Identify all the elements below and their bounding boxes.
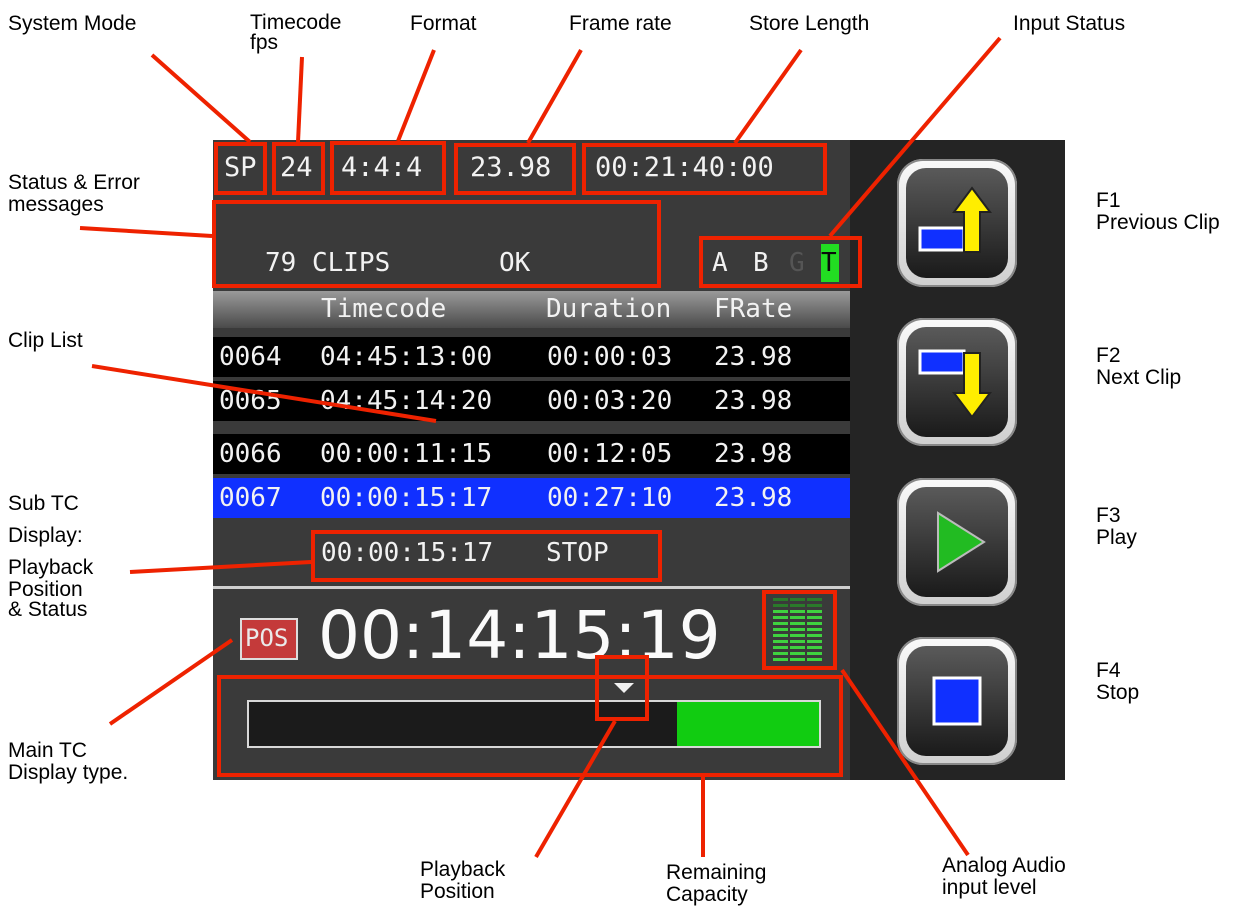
clip-list-header: Timecode Duration FRate (213, 291, 850, 328)
label-f3: F3 Play (1096, 505, 1137, 549)
clip-duration: 00:27:10 (547, 483, 673, 513)
label-remaining-capacity-line1: Remaining (666, 861, 767, 884)
f3-play-button[interactable] (897, 478, 1017, 606)
label-f2-name: Next Clip (1096, 366, 1182, 389)
clip-id: 0066 (219, 439, 282, 469)
label-analog-audio-line1: Analog Audio (942, 854, 1066, 877)
f1-previous-clip-button[interactable] (897, 159, 1017, 287)
clip-timecode: 04:45:13:00 (320, 342, 493, 372)
highlight-timecode-fps (272, 142, 325, 195)
leader-timecode-fps (296, 56, 304, 143)
clip-id: 0067 (219, 483, 282, 513)
f3-button-face (906, 487, 1008, 597)
clip-frate: 23.98 (714, 386, 793, 416)
highlight-frame-rate (454, 143, 576, 195)
label-f1-key: F1 (1096, 189, 1121, 212)
label-analog-audio: Analog Audio input level (942, 855, 1066, 899)
label-f3-key: F3 (1096, 504, 1121, 527)
clip-frate: 23.98 (714, 483, 793, 513)
label-status-error-line2: messages (8, 193, 104, 216)
f2-button-face (906, 327, 1008, 437)
leader-store-length (733, 48, 803, 145)
clip-duration: 00:03:20 (547, 386, 673, 416)
clip-row-0064[interactable]: 0064 04:45:13:00 00:00:03 23.98 (213, 337, 850, 377)
clip-row-0065[interactable]: 0065 04:45:14:20 00:03:20 23.98 (213, 381, 850, 421)
clip-row-0066[interactable]: 0066 00:00:11:15 00:12:05 23.98 (213, 434, 850, 474)
label-input-status: Input Status (1013, 12, 1126, 35)
label-sub-tc-line1: Sub TC (8, 492, 79, 515)
highlight-system-mode (214, 142, 267, 195)
label-timecode-fps: Timecode fps (250, 11, 342, 54)
clip-row-0067-selected[interactable]: 0067 00:00:15:17 00:27:10 23.98 (213, 478, 850, 518)
label-main-tc-line1: Main TC (8, 739, 87, 762)
divider (213, 586, 850, 589)
label-status-error-line1: Status & Error (8, 171, 140, 194)
leader-format (396, 49, 436, 142)
label-timecode-fps-line2: fps (250, 31, 279, 54)
previous-clip-icon (918, 186, 992, 253)
clip-timecode: 00:00:15:17 (320, 483, 493, 513)
header-duration: Duration (546, 294, 672, 324)
clip-frate: 23.98 (714, 439, 793, 469)
label-f1: F1 Previous Clip (1096, 190, 1220, 234)
clip-timecode: 04:45:14:20 (320, 386, 493, 416)
label-playback-position-line1: Playback (420, 858, 506, 881)
main-tc-type-badge: POS (240, 618, 298, 660)
label-main-tc-line2: Display type. (8, 761, 129, 784)
label-status-error: Status & Error messages (8, 172, 140, 216)
highlight-format (330, 141, 446, 195)
clip-duration: 00:00:03 (547, 342, 673, 372)
highlight-sub-tc (311, 530, 662, 582)
highlight-input-status (699, 236, 862, 288)
stop-icon (932, 676, 982, 726)
leader-frame-rate (526, 49, 583, 144)
label-playback-position: Playback Position (420, 859, 505, 903)
label-f4-key: F4 (1096, 659, 1121, 682)
label-sub-tc-line2: Display: (8, 524, 83, 547)
next-clip-icon (918, 349, 992, 419)
main-tc-display: 00:14:15:19 (318, 597, 721, 674)
f2-next-clip-button[interactable] (897, 318, 1017, 446)
label-remaining-capacity: Remaining Capacity (666, 862, 766, 906)
label-analog-audio-line2: input level (942, 876, 1037, 899)
highlight-status-messages (212, 200, 661, 288)
f4-stop-button[interactable] (897, 637, 1017, 765)
label-playback-position-line2: Position (420, 880, 495, 903)
label-sub-tc: Sub TC Display: Playback Position & Stat… (8, 488, 93, 626)
header-timecode: Timecode (321, 294, 447, 324)
label-timecode-fps-line1: Timecode (250, 11, 342, 34)
leader-system-mode (150, 53, 252, 144)
label-f4-name: Stop (1096, 681, 1140, 704)
f1-button-face (906, 168, 1008, 278)
play-icon (937, 511, 986, 573)
label-system-mode: System Mode (8, 12, 137, 35)
label-format: Format (410, 12, 477, 35)
label-sub-tc-line5: & Status (8, 598, 88, 621)
label-f2: F2 Next Clip (1096, 345, 1181, 389)
label-f1-name: Previous Clip (1096, 211, 1220, 234)
highlight-capacity (217, 675, 843, 777)
label-frame-rate: Frame rate (569, 12, 672, 35)
clip-id: 0064 (219, 342, 282, 372)
clip-frate: 23.98 (714, 342, 793, 372)
label-main-tc: Main TC Display type. (8, 740, 128, 784)
clip-id: 0065 (219, 386, 282, 416)
label-f3-name: Play (1096, 526, 1137, 549)
label-store-length: Store Length (749, 12, 870, 35)
main-tc-type: POS (245, 624, 289, 652)
clip-timecode: 00:00:11:15 (320, 439, 493, 469)
clip-duration: 00:12:05 (547, 439, 673, 469)
header-frate: FRate (714, 294, 793, 324)
highlight-audio-level (762, 590, 837, 670)
highlight-store-length (582, 143, 827, 195)
label-f2-key: F2 (1096, 344, 1121, 367)
f4-button-face (906, 646, 1008, 756)
label-remaining-capacity-line2: Capacity (666, 883, 748, 906)
label-clip-list: Clip List (8, 329, 83, 352)
label-f4: F4 Stop (1096, 660, 1139, 704)
leader-status-messages (79, 226, 213, 238)
